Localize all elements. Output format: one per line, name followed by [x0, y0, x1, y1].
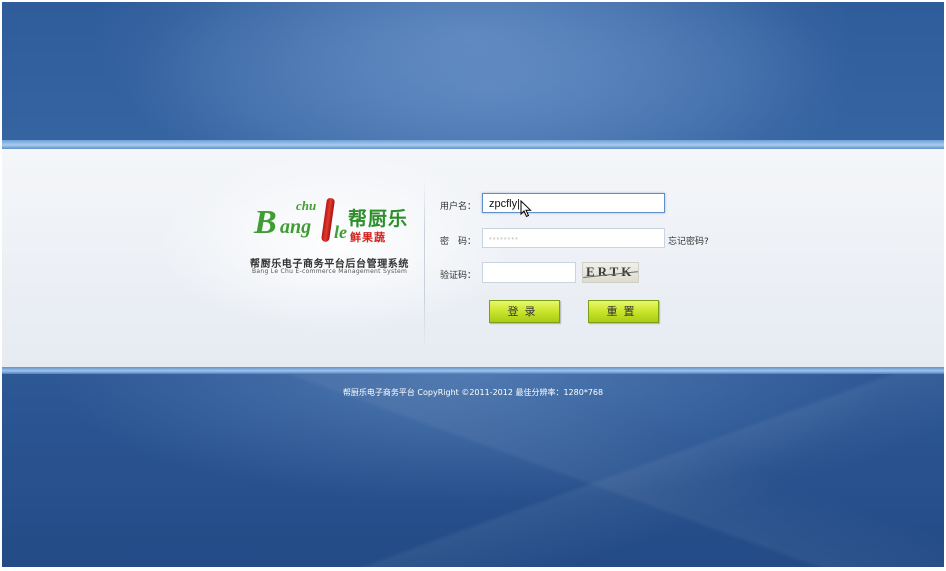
login-page: B ang chu le 帮厨乐 鲜果蔬 帮厨乐电子商务平台后台管理系统 Ban… — [2, 2, 944, 567]
password-input[interactable]: ******** — [482, 228, 665, 248]
logo-text-le: le — [334, 222, 347, 242]
captcha-image[interactable]: ERTK — [582, 262, 639, 283]
logo-chinese-name: 帮厨乐 — [348, 208, 409, 230]
top-background — [2, 2, 944, 142]
system-subtitle: Bang Le Chu E-commerce Management System — [252, 268, 408, 275]
captcha-input[interactable] — [482, 262, 576, 283]
chili-pepper-icon — [320, 197, 336, 243]
logo-chinese-subtitle: 鲜果蔬 — [350, 231, 386, 244]
login-button[interactable]: 登录 — [489, 300, 560, 323]
vertical-divider — [424, 179, 425, 349]
username-input[interactable]: zpcfly| — [482, 193, 665, 213]
username-label: 用户名： — [440, 202, 477, 212]
logo-letter-b: B — [254, 204, 277, 241]
mouse-pointer-icon — [520, 200, 532, 218]
band-bottom-border — [2, 367, 944, 374]
captcha-label: 验证码： — [440, 271, 477, 281]
footer-copyright: 帮厨乐电子商务平台 CopyRight ©2011-2012 最佳分辨率：128… — [342, 388, 604, 397]
logo-text-ang: ang — [280, 216, 312, 238]
login-band: B ang chu le 帮厨乐 鲜果蔬 帮厨乐电子商务平台后台管理系统 Ban… — [2, 149, 944, 367]
password-label: 密 码： — [440, 237, 477, 247]
forgot-password-link[interactable]: 忘记密码? — [668, 234, 709, 247]
password-mask: ******** — [489, 237, 519, 244]
bottom-background — [2, 374, 944, 567]
band-top-border — [2, 140, 944, 149]
username-value: zpcfly — [489, 198, 518, 210]
logo-text-chu: chu — [296, 198, 317, 213]
reset-button[interactable]: 重置 — [588, 300, 659, 323]
